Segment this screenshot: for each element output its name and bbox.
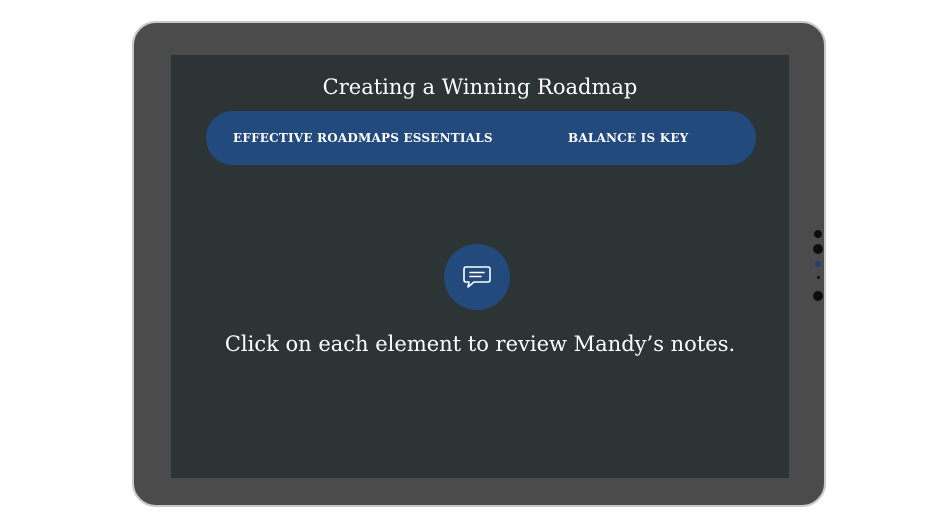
tab-bar: EFFECTIVE ROADMAPS ESSENTIALS BALANCE IS…	[206, 111, 756, 165]
speech-bubble-icon	[463, 266, 491, 288]
tablet-screen: Creating a Winning Roadmap EFFECTIVE ROA…	[171, 55, 789, 478]
tab-effective-roadmaps-essentials[interactable]: EFFECTIVE ROADMAPS ESSENTIALS	[233, 111, 493, 165]
sensor-dot	[813, 244, 823, 254]
notes-button[interactable]	[444, 244, 510, 310]
speaker-dot	[813, 291, 823, 301]
instruction-text: Click on each element to review Mandy’s …	[224, 332, 736, 356]
tablet-mockup: Creating a Winning Roadmap EFFECTIVE ROA…	[0, 0, 940, 528]
tablet-side-buttons	[811, 230, 825, 310]
slide-title: Creating a Winning Roadmap	[322, 75, 638, 99]
camera-dot	[814, 230, 822, 238]
tab-balance-is-key[interactable]: BALANCE IS KEY	[568, 111, 688, 165]
tablet-frame: Creating a Winning Roadmap EFFECTIVE ROA…	[132, 21, 826, 507]
mic-dot	[817, 276, 820, 279]
indicator-dot	[815, 261, 821, 267]
